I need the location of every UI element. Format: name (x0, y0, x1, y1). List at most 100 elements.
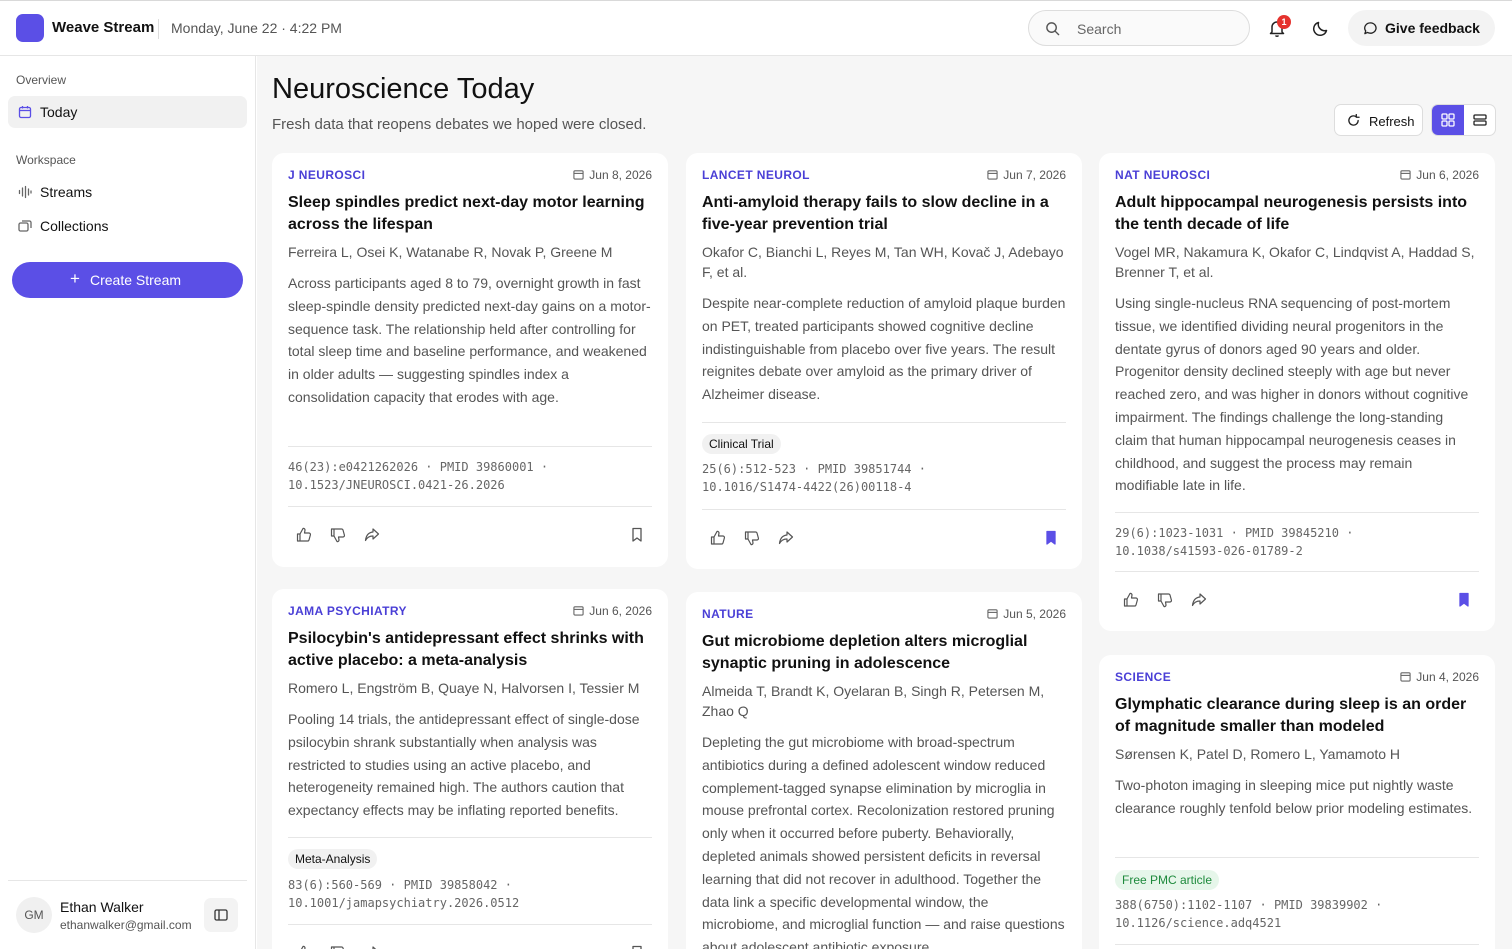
publish-date: Jun 6, 2026 (1400, 168, 1479, 182)
article-card[interactable]: NAT NEUROSCI Jun 6, 2026 Adult hippocamp… (1099, 153, 1495, 631)
citation-doi[interactable]: 10.1126/science.adq4521 (1115, 914, 1479, 932)
create-stream-button[interactable]: + Create Stream (12, 262, 243, 298)
user-name: Ethan Walker (60, 899, 144, 915)
publish-date: Jun 4, 2026 (1400, 670, 1479, 684)
citation-doi[interactable]: 10.1523/JNEUROSCI.0421-26.2026 (288, 476, 652, 494)
free-article-tag: Free PMC article (1115, 870, 1220, 890)
refresh-icon (1348, 114, 1360, 126)
give-feedback-button[interactable]: Give feedback (1348, 10, 1495, 46)
publish-date-text: Jun 6, 2026 (589, 604, 652, 618)
sidebar-item-streams[interactable]: Streams (8, 176, 247, 208)
main-content: Neuroscience Today Fresh data that reope… (257, 56, 1512, 949)
share-icon[interactable] (1191, 592, 1207, 608)
article-authors: Almeida T, Brandt K, Oyelaran B, Singh R… (702, 683, 1045, 719)
article-title[interactable]: Psilocybin's antidepressant effect shrin… (288, 628, 652, 672)
sidebar-item-label: Today (40, 104, 78, 120)
search-input[interactable]: Search (1028, 10, 1250, 46)
refresh-button[interactable]: Refresh (1334, 104, 1423, 136)
article-title[interactable]: Adult hippocampal neurogenesis persists … (1115, 192, 1479, 236)
avatar[interactable]: GM (16, 897, 52, 933)
divider (1115, 571, 1479, 572)
article-card[interactable]: LANCET NEUROL Jun 7, 2026 Anti-amyloid t… (686, 153, 1082, 569)
journal-name[interactable]: LANCET NEUROL (702, 168, 810, 182)
article-card[interactable]: NATURE Jun 5, 2026 Gut microbiome deplet… (686, 592, 1082, 949)
article-card[interactable]: J NEUROSCI Jun 8, 2026 Sleep spindles pr… (272, 153, 668, 567)
article-title[interactable]: Gut microbiome depletion alters microgli… (702, 631, 1066, 675)
journal-name[interactable]: NATURE (702, 607, 754, 621)
article-card[interactable]: SCIENCE Jun 4, 2026 Glymphatic clearance… (1099, 655, 1495, 949)
article-authors: Sørensen K, Patel D, Romero L, Yamamoto … (1115, 746, 1401, 762)
grid-view-button[interactable] (1432, 105, 1464, 135)
bookmark-filled-icon[interactable] (1457, 592, 1471, 608)
moon-icon[interactable] (1311, 18, 1331, 38)
article-authors: Romero L, Engström B, Quaye N, Halvorsen… (288, 680, 640, 696)
publish-date: Jun 5, 2026 (987, 607, 1066, 621)
user-profile: GM Ethan Walker ethanwalker@gmail.com (8, 880, 247, 949)
citation-doi[interactable]: 10.1038/s41593-026-01789-2 (1115, 542, 1479, 560)
article-title[interactable]: Anti-amyloid therapy fails to slow decli… (702, 192, 1066, 236)
bookmark-icon[interactable] (630, 527, 644, 543)
share-icon[interactable] (364, 527, 380, 543)
thumbs-down-icon[interactable] (1157, 592, 1173, 608)
calendar-icon (18, 106, 32, 119)
thumbs-down-icon[interactable] (330, 945, 346, 949)
citation: 25(6):512-523 · PMID 39851744 · 10.1016/S… (702, 460, 1066, 496)
user-email: ethanwalker@gmail.com (60, 918, 192, 932)
thumbs-down-icon[interactable] (744, 530, 760, 546)
article-title[interactable]: Sleep spindles predict next-day motor le… (288, 192, 652, 236)
citation-line: 388(6750):1102-1107 · PMID 39839902 · (1115, 898, 1383, 912)
citation-line: 25(6):512-523 · PMID 39851744 · (702, 462, 926, 476)
citation: 388(6750):1102-1107 · PMID 39839902 · 10.… (1115, 896, 1479, 932)
card-actions (1115, 588, 1479, 612)
calendar-icon (987, 170, 998, 180)
header-divider (158, 19, 159, 39)
divider (1115, 944, 1479, 945)
divider (288, 837, 652, 838)
sidebar-item-collections[interactable]: Collections (8, 210, 247, 242)
sidebar-item-today[interactable]: Today (8, 96, 247, 128)
share-icon[interactable] (364, 945, 380, 949)
card-actions (288, 523, 652, 547)
journal-name[interactable]: JAMA PSYCHIATRY (288, 604, 407, 618)
bookmark-filled-icon[interactable] (1044, 530, 1058, 546)
journal-name[interactable]: J NEUROSCI (288, 168, 365, 182)
article-abstract: Despite near-complete reduction of amylo… (702, 295, 1066, 403)
citation-doi[interactable]: 10.1001/jamapsychiatry.2026.0512 (288, 894, 652, 912)
sidebar-item-label: Collections (40, 218, 109, 234)
citation-line: 29(6):1023-1031 · PMID 39845210 · (1115, 526, 1354, 540)
collection-stack-icon (18, 220, 32, 232)
citation: 83(6):560-569 · PMID 39858042 · 10.1001/j… (288, 876, 652, 912)
divider (1115, 512, 1479, 513)
calendar-icon (573, 170, 584, 180)
publish-date-text: Jun 8, 2026 (589, 168, 652, 182)
collapse-sidebar-button[interactable] (204, 898, 238, 932)
divider (288, 924, 652, 925)
thumbs-up-icon[interactable] (296, 945, 312, 949)
article-type-tag: Clinical Trial (702, 434, 781, 454)
page-title: Neuroscience Today (272, 73, 535, 105)
search-icon (1046, 22, 1060, 36)
top-bar: Weave Stream Monday, June 22 · 4:22 PM S… (0, 0, 1512, 56)
chat-bubble-icon (1364, 22, 1377, 35)
article-title[interactable]: Glymphatic clearance during sleep is an … (1115, 694, 1479, 738)
article-abstract: Depleting the gut microbiome with broad-… (702, 734, 1065, 949)
thumbs-up-icon[interactable] (1123, 592, 1139, 608)
journal-name[interactable]: SCIENCE (1115, 670, 1171, 684)
calendar-icon (573, 606, 584, 616)
publish-date: Jun 8, 2026 (573, 168, 652, 182)
journal-name[interactable]: NAT NEUROSCI (1115, 168, 1210, 182)
app-name[interactable]: Weave Stream (52, 19, 154, 36)
publish-date: Jun 7, 2026 (987, 168, 1066, 182)
bookmark-icon[interactable] (630, 945, 644, 949)
share-icon[interactable] (778, 530, 794, 546)
divider (288, 506, 652, 507)
thumbs-up-icon[interactable] (296, 527, 312, 543)
app-logo[interactable] (16, 14, 44, 42)
divider (702, 422, 1066, 423)
thumbs-up-icon[interactable] (710, 530, 726, 546)
article-card[interactable]: JAMA PSYCHIATRY Jun 6, 2026 Psilocybin's… (272, 589, 668, 949)
plus-icon: + (70, 269, 80, 288)
thumbs-down-icon[interactable] (330, 527, 346, 543)
citation-line: 83(6):560-569 · PMID 39858042 · (288, 878, 512, 892)
citation-doi[interactable]: 10.1016/S1474-4422(26)00118-4 (702, 478, 1066, 496)
